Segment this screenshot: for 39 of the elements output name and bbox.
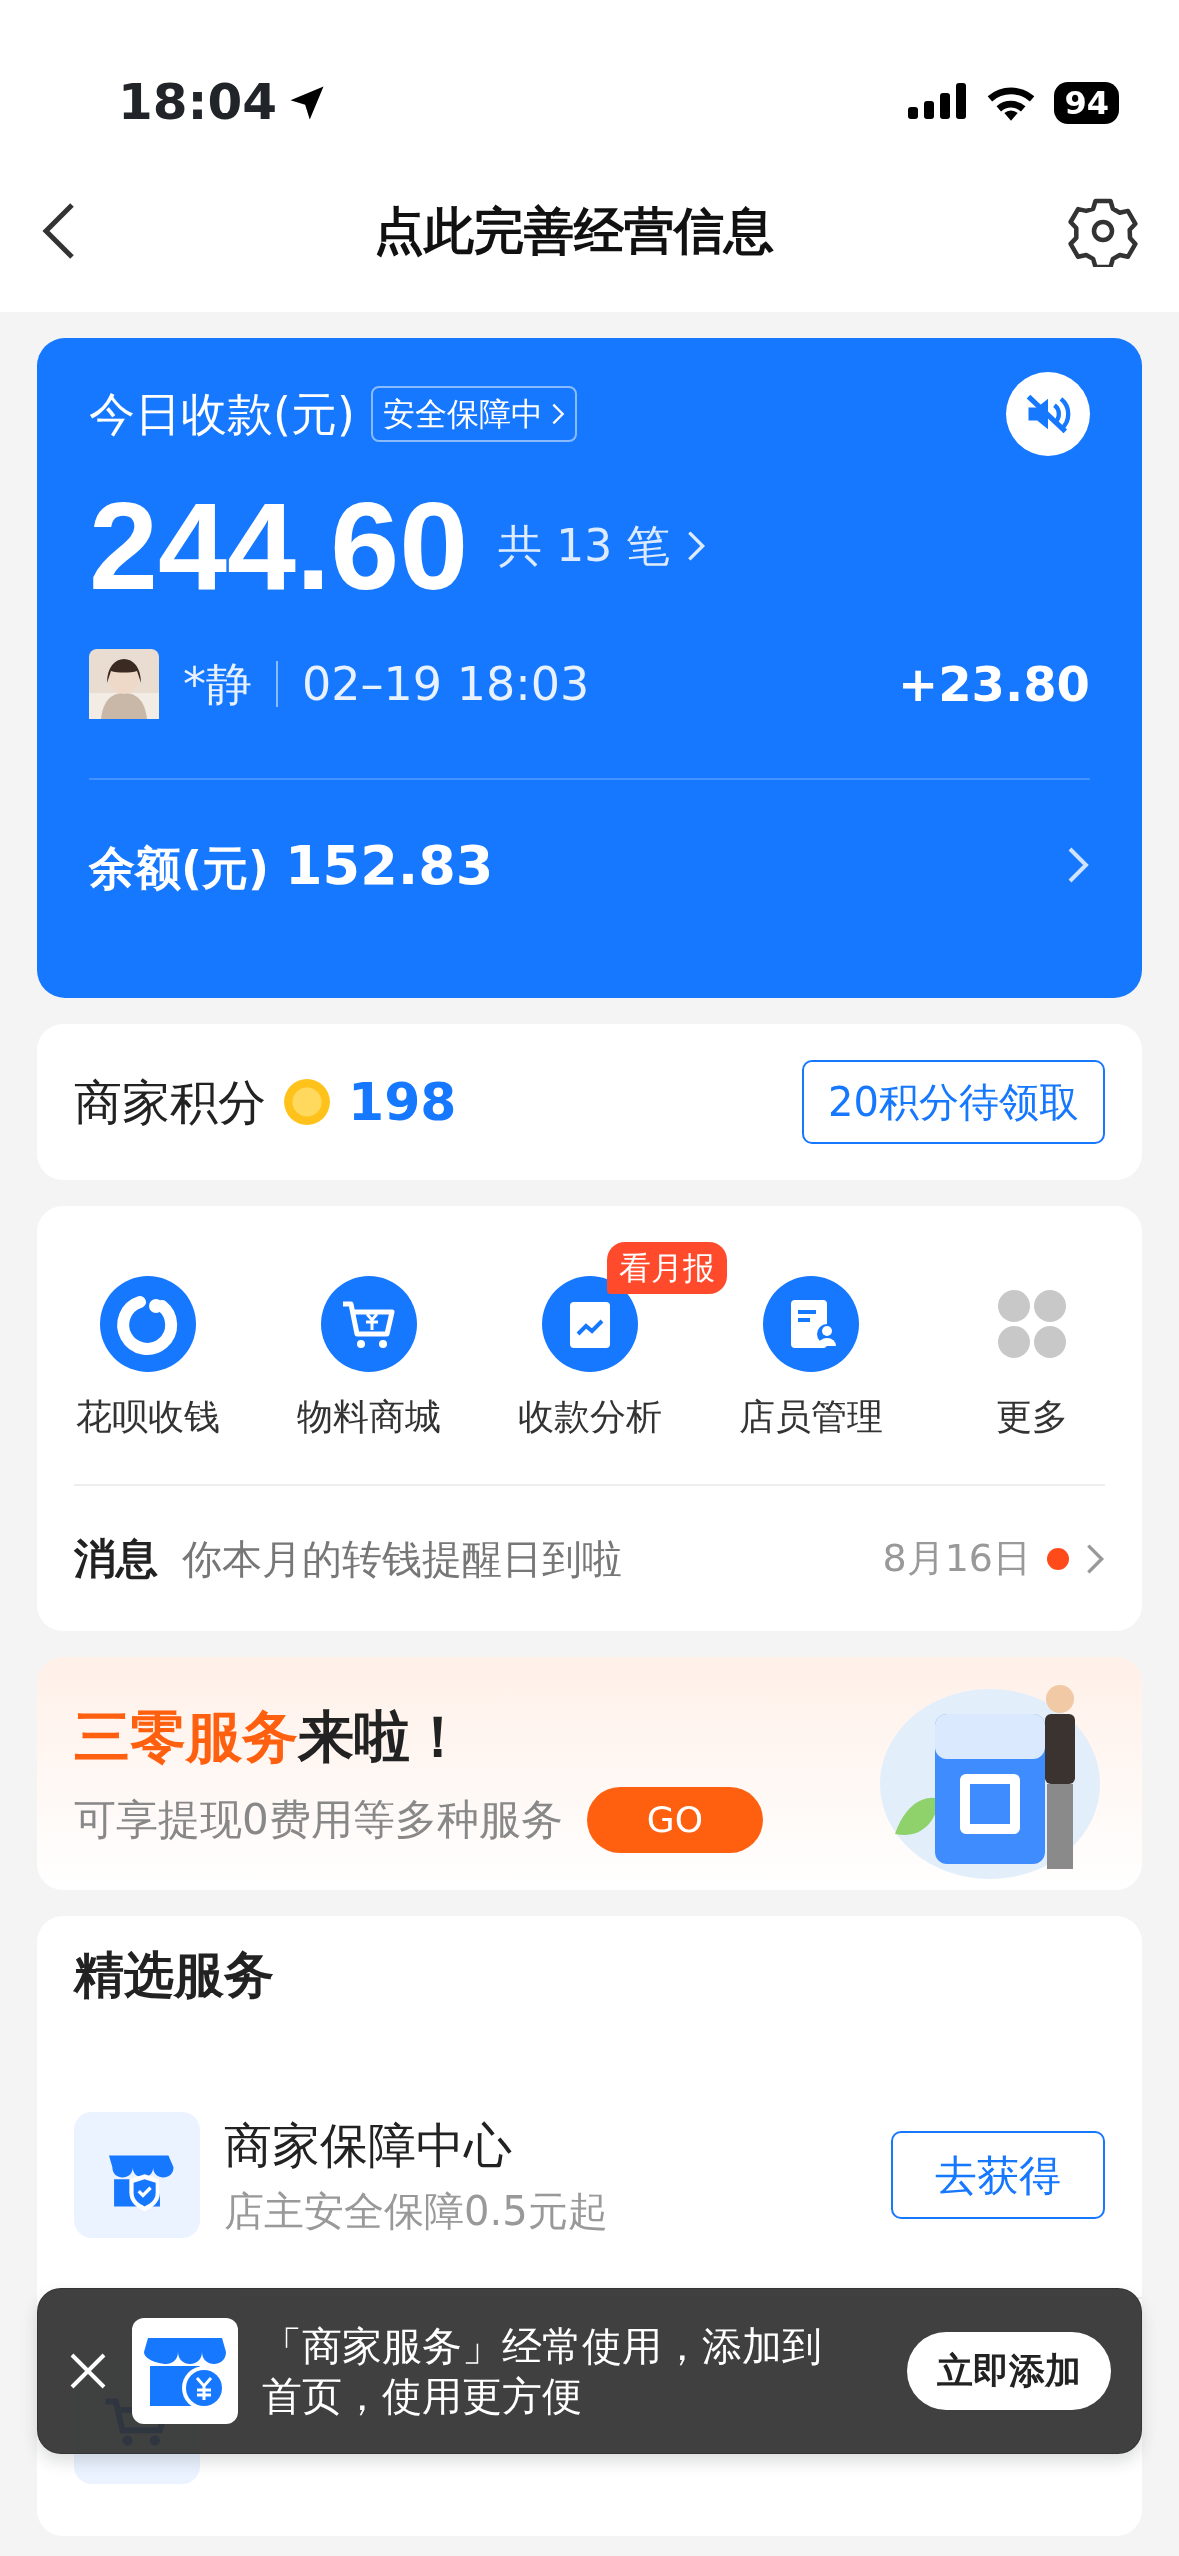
staff-icon bbox=[762, 1276, 859, 1372]
services-title: 精选服务 bbox=[72, 1945, 275, 2006]
cart-icon bbox=[320, 1276, 417, 1372]
page-title: 点此完善经营信息 bbox=[373, 200, 774, 262]
shortcut-item[interactable]: 物料商城 bbox=[258, 1276, 479, 1444]
report-badge: 看月报 bbox=[607, 1242, 727, 1294]
service-name: 商家保障中心 bbox=[224, 2116, 513, 2175]
balance-amount: 152.83 bbox=[285, 832, 494, 899]
balance-label: 余额(元) bbox=[89, 839, 270, 897]
promo-banner[interactable]: 三零服务来啦！ 可享提现0费用等多种服务 GO bbox=[37, 1657, 1142, 1890]
receipts-label: 今日收款(元) bbox=[89, 385, 355, 443]
message-label: 消息 bbox=[74, 1533, 158, 1585]
chevron-right-icon[interactable] bbox=[1085, 1541, 1105, 1576]
claim-points-button[interactable]: 20积分待领取 bbox=[802, 1060, 1105, 1144]
points-label: 商家积分 bbox=[74, 1073, 266, 1132]
add-now-button[interactable]: 立即添加 bbox=[907, 2332, 1111, 2410]
chevron-right-icon bbox=[550, 402, 565, 426]
security-badge[interactable]: 安全保障中 bbox=[370, 386, 577, 442]
service-description: 店主安全保障0.5元起 bbox=[224, 2187, 609, 2236]
payment-time: 02–19 18:03 bbox=[302, 655, 590, 713]
chevron-right-icon[interactable] bbox=[1066, 845, 1090, 885]
today-amount: 244.60 bbox=[89, 484, 469, 608]
message-date: 8月16日 bbox=[882, 1535, 1031, 1582]
promo-title: 三零服务来啦！ bbox=[74, 1702, 467, 1771]
promo-subtitle: 可享提现0费用等多种服务 bbox=[74, 1794, 563, 1846]
close-icon[interactable] bbox=[68, 2351, 108, 2391]
chevron-right-icon bbox=[686, 529, 707, 563]
battery-icon: 94 bbox=[1054, 81, 1119, 124]
points-value: 198 bbox=[348, 1071, 457, 1134]
payer-name: *静 bbox=[183, 655, 252, 713]
service-action-button[interactable]: 去获得 bbox=[891, 2131, 1105, 2219]
message-text[interactable]: 你本月的转钱提醒日到啦 bbox=[182, 1528, 622, 1589]
coin-icon bbox=[282, 1077, 332, 1127]
shortcut-item[interactable]: 更多 bbox=[921, 1276, 1142, 1444]
toast-message: 「商家服务」经常使用，添加到首页，使用更方便 bbox=[262, 2322, 822, 2421]
huabei-icon bbox=[99, 1276, 196, 1372]
status-time: 18:04 bbox=[118, 72, 278, 133]
payment-amount: +23.80 bbox=[897, 655, 1090, 714]
shortcut-item[interactable]: 花呗收钱 bbox=[37, 1276, 258, 1444]
